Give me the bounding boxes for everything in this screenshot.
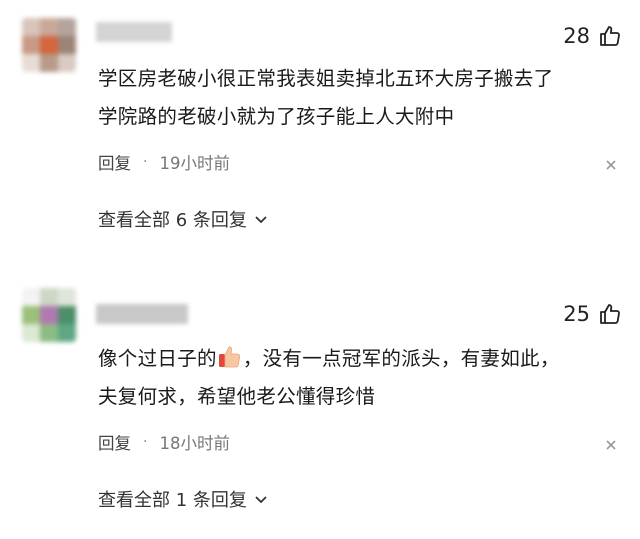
thumbs-up-icon	[600, 26, 620, 46]
like-count: 28	[563, 24, 590, 48]
comment-text: 学区房老破小很正常我表姐卖掉北五环大房子搬去了 学院路的老破小就为了孩子能上人大…	[98, 60, 618, 136]
username-blurred[interactable]	[96, 22, 172, 42]
reply-button[interactable]: 回复	[98, 430, 131, 454]
comment-meta: 回复 · 18小时前	[98, 430, 230, 454]
timestamp: 18小时前	[159, 434, 230, 453]
username-blurred[interactable]	[96, 304, 188, 324]
avatar[interactable]	[22, 288, 76, 342]
thumbs-up-emoji-icon	[218, 346, 240, 368]
thumbs-up-icon	[600, 304, 620, 324]
comment-text-line: 像个过日子的 ，没有一点冠军的派头，有妻如此，	[98, 340, 618, 378]
view-replies-label: 查看全部 1 条回复	[98, 490, 247, 511]
comment-text-line: 学院路的老破小就为了孩子能上人大附中	[98, 105, 455, 128]
separator: ·	[143, 434, 148, 450]
like-count: 25	[563, 302, 590, 326]
close-icon[interactable]	[604, 158, 618, 172]
reply-button[interactable]: 回复	[98, 150, 131, 174]
comment-meta: 回复 · 19小时前	[98, 150, 230, 174]
comment-text-segment: ，没有一点冠军的派头，有妻如此，	[242, 347, 560, 370]
comment-text-line: 学区房老破小很正常我表姐卖掉北五环大房子搬去了	[98, 67, 554, 90]
chevron-down-icon	[255, 216, 267, 224]
like-button[interactable]: 25	[563, 302, 622, 326]
timestamp: 19小时前	[159, 154, 230, 173]
comment-text: 像个过日子的 ，没有一点冠军的派头，有妻如此， 夫复何求，希望他老公懂得珍惜	[98, 340, 618, 416]
comment-text-line: 夫复何求，希望他老公懂得珍惜	[98, 385, 376, 408]
view-replies-button[interactable]: 查看全部 6 条回复	[98, 206, 269, 232]
comment-text-segment: 像个过日子的	[98, 347, 217, 370]
view-replies-button[interactable]: 查看全部 1 条回复	[98, 486, 269, 512]
like-button[interactable]: 28	[563, 24, 622, 48]
comment-item: 28 学区房老破小很正常我表姐卖掉北五环大房子搬去了 学院路的老破小就为了孩子能…	[0, 0, 640, 262]
avatar[interactable]	[22, 18, 76, 72]
separator: ·	[143, 154, 148, 170]
close-icon[interactable]	[604, 438, 618, 452]
view-replies-label: 查看全部 6 条回复	[98, 210, 247, 231]
chevron-down-icon	[255, 496, 267, 504]
comment-item: 25 像个过日子的 ，没有一点冠军的派头，有妻如此， 夫复何求，希望他老公懂得珍…	[0, 272, 640, 539]
